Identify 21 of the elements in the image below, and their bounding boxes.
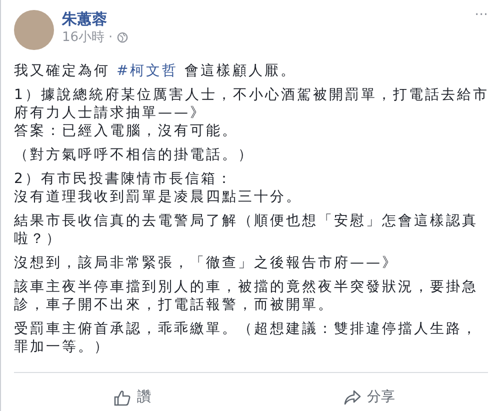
thumbs-up-icon: [114, 390, 131, 406]
like-button[interactable]: 讚: [14, 385, 251, 410]
post-text: 該車主夜半停車擋到別人的車，被擋的竟然夜半突發狀況，要掛急診，車子開不出來，打電話報警，而被開單。: [14, 278, 479, 314]
share-button[interactable]: 分享: [251, 385, 488, 410]
share-arrow-icon: [344, 390, 361, 405]
post-text: 沒有道理我收到罰單是凌晨四點三十分。: [14, 188, 303, 206]
post-text: 結果市長收信真的去電警局了解（順便也想「安慰」怎會這樣認真啦？）: [14, 212, 479, 248]
separator-dot: ·: [108, 29, 113, 47]
timestamp-link[interactable]: 16小時: [62, 28, 105, 48]
post-text: 沒想到，該局非常緊張，「徹查」之後報告市府——》: [14, 254, 399, 272]
post-text: 受罰車主俯首承認，乖乖繳單。（超想建議：雙排違停擋人生路，罪加一等。）: [14, 320, 479, 356]
globe-icon: [116, 32, 128, 44]
post-text: 答案：已經入電腦，沒有可能。: [14, 122, 239, 140]
more-options-button[interactable]: ···: [474, 10, 488, 20]
post-text: （對方氣呼呼不相信的掛電話。）: [14, 146, 255, 164]
post-text: 我又確定為何 #柯文哲 會這樣顧人厭。: [14, 62, 298, 80]
author-name[interactable]: 朱蕙蓉: [62, 10, 128, 28]
avatar[interactable]: [14, 10, 54, 50]
hashtag-link[interactable]: #柯文哲: [116, 63, 178, 79]
post-text: 2）有市民投書陳情市長信箱：: [14, 170, 234, 188]
post-text: 1）據說總統府某位厲害人士，不小心酒駕被開罰單，打電話去給市府有力人士請求抽單——》: [14, 86, 490, 122]
